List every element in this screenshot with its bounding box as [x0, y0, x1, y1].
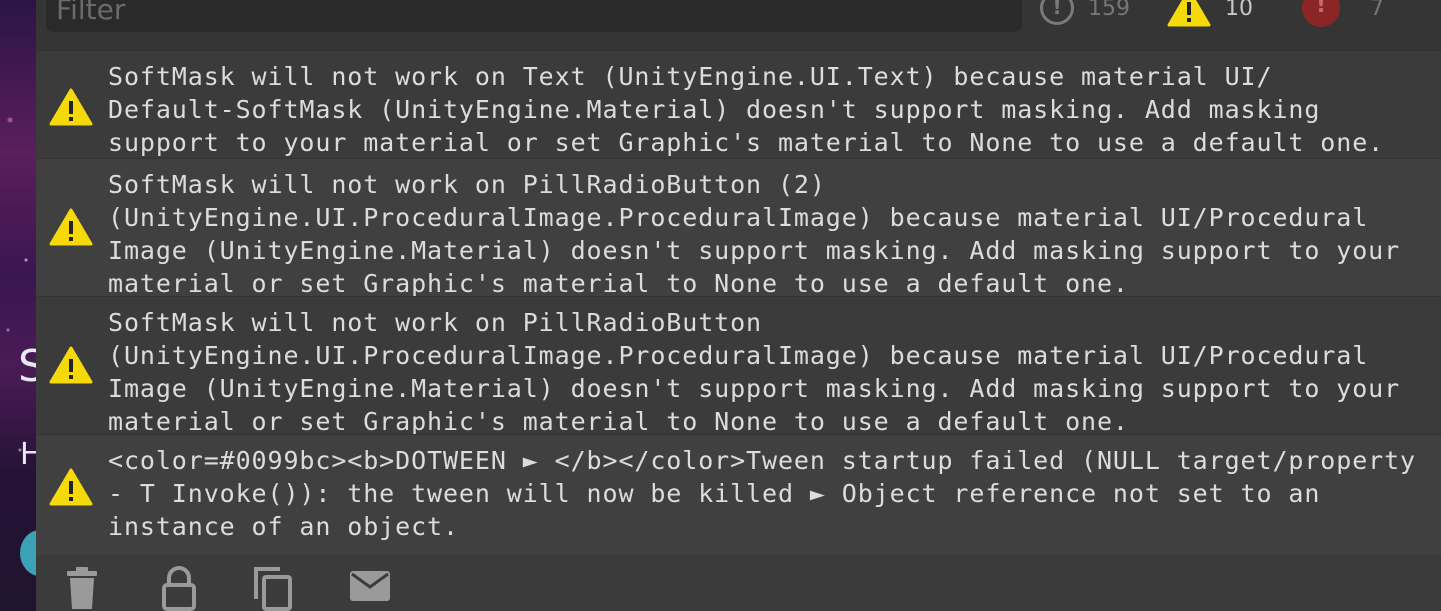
- filter-input[interactable]: Filter: [46, 0, 1022, 32]
- log-message: SoftMask will not work on Text (UnityEng…: [108, 62, 1385, 157]
- info-icon: [1040, 0, 1074, 25]
- bottom-action-bar: [36, 555, 1441, 611]
- log-message: SoftMask will not work on PillRadioButto…: [108, 308, 1401, 436]
- warning-icon: [1167, 0, 1211, 27]
- log-entry[interactable]: <color=#0099bc><b>DOTWEEN ► </b></color>…: [36, 434, 1441, 555]
- lock-icon[interactable]: [160, 565, 198, 611]
- console-panel: Filter 159 10 7 SoftMask will: [36, 0, 1441, 611]
- error-count: 7: [1370, 0, 1384, 21]
- error-filter-toggle[interactable]: 7: [1302, 0, 1384, 28]
- info-filter-toggle[interactable]: 159: [1040, 0, 1130, 28]
- info-count: 159: [1088, 0, 1130, 21]
- warning-filter-toggle[interactable]: 10: [1167, 0, 1253, 28]
- log-message: <color=#0099bc><b>DOTWEEN ► </b></color>…: [108, 446, 1417, 541]
- log-message: SoftMask will not work on PillRadioButto…: [108, 170, 1401, 298]
- log-list: SoftMask will not work on Text (UnityEng…: [36, 50, 1441, 555]
- warning-icon: [49, 208, 93, 246]
- warning-icon: [49, 346, 93, 384]
- warning-icon: [49, 468, 93, 506]
- background-wallpaper: [0, 0, 36, 611]
- copy-icon[interactable]: [252, 565, 296, 611]
- log-entry[interactable]: SoftMask will not work on PillRadioButto…: [36, 158, 1441, 298]
- log-entry[interactable]: SoftMask will not work on PillRadioButto…: [36, 296, 1441, 436]
- warning-count: 10: [1225, 0, 1253, 21]
- mail-icon[interactable]: [348, 565, 392, 605]
- log-entry[interactable]: SoftMask will not work on Text (UnityEng…: [36, 50, 1441, 158]
- warning-icon: [49, 88, 93, 126]
- trash-icon[interactable]: [64, 565, 100, 611]
- error-icon: [1302, 0, 1340, 27]
- console-toolbar: Filter 159 10 7: [36, 0, 1441, 50]
- filter-placeholder: Filter: [56, 0, 126, 26]
